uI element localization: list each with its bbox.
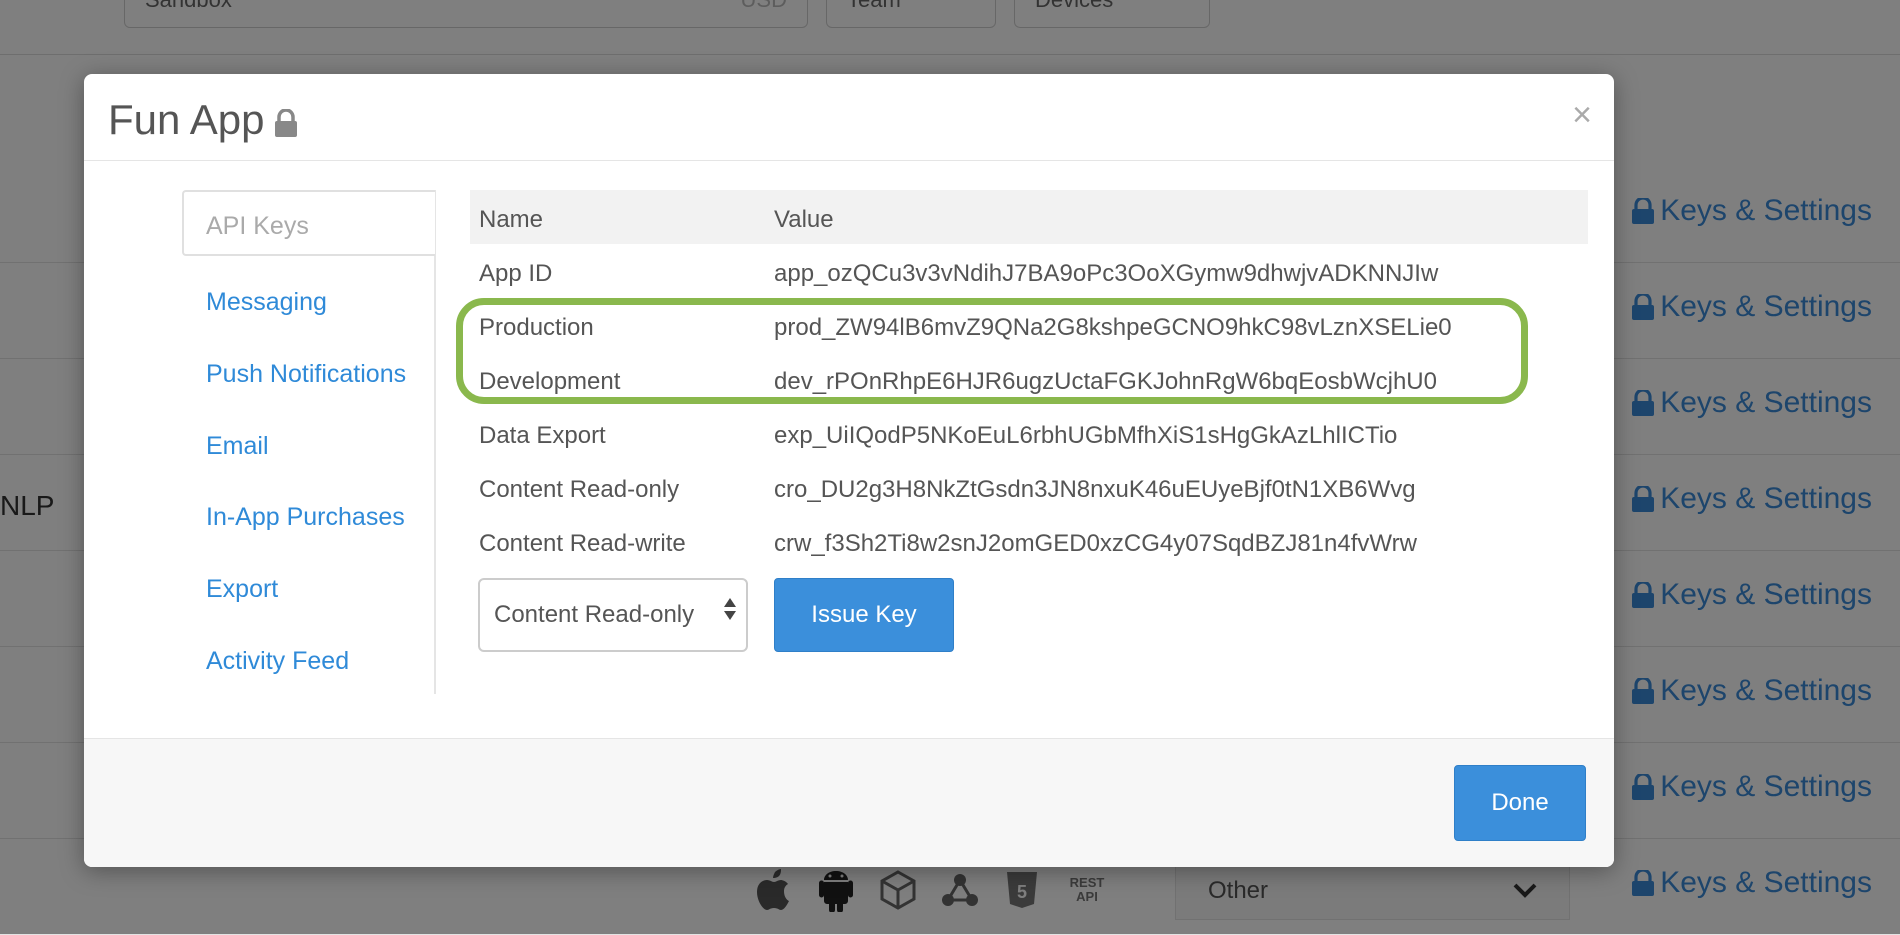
app-name: Fun App <box>108 96 265 143</box>
lock-icon <box>275 109 298 137</box>
key-name: Data Export <box>479 422 606 449</box>
key-value[interactable]: exp_UiIQodP5NKoEuL6rbhUGbMfhXiS1sHgGkAzL… <box>774 422 1397 450</box>
header-name: Name <box>479 206 544 233</box>
key-name: Production <box>479 314 594 341</box>
modal-footer: Done <box>84 738 1614 867</box>
key-name: App ID <box>479 260 553 287</box>
tab-export[interactable]: Export <box>206 575 278 604</box>
tab-email[interactable]: Email <box>206 432 269 461</box>
tab-push-notifications[interactable]: Push Notifications <box>206 360 406 389</box>
close-button[interactable]: × <box>1572 98 1592 132</box>
tab-activity-feed[interactable]: Activity Feed <box>206 647 349 676</box>
key-value[interactable]: app_ozQCu3v3vNdihJ7BA9oPc3OoXGymw9dhwjvA… <box>774 260 1438 288</box>
key-value[interactable]: cro_DU2g3H8NkZtGsdn3JN8nxuK46uEUyeBjf0tN… <box>774 476 1416 504</box>
key-value[interactable]: dev_rPOnRhpE6HJR6ugzUctaFGKJohnRgW6bqEos… <box>774 368 1437 396</box>
select-arrows-icon <box>724 598 736 620</box>
tab-api-keys[interactable]: API Keys <box>182 190 435 256</box>
key-name: Content Read-write <box>479 530 686 557</box>
modal-header: Fun App × <box>84 74 1614 161</box>
key-value[interactable]: crw_f3Sh2Ti8w2snJ2omGED0xzCG4y07SqdBZJ81… <box>774 530 1417 558</box>
key-name: Content Read-only <box>479 476 680 503</box>
table-header: Name Value <box>470 190 1588 244</box>
modal-title: Fun App <box>108 96 298 144</box>
header-value: Value <box>774 206 834 233</box>
key-type-value: Content Read-only <box>494 601 695 628</box>
app-settings-modal: Fun App × API Keys Messaging Push Notifi… <box>84 74 1614 867</box>
key-type-select[interactable]: Content Read-only <box>478 578 748 652</box>
issue-key-button[interactable]: Issue Key <box>774 578 954 652</box>
done-button[interactable]: Done <box>1454 765 1586 841</box>
key-value[interactable]: prod_ZW94lB6mvZ9QNa2G8kshpeGCNO9hkC98vLz… <box>774 314 1452 342</box>
key-name: Development <box>479 368 621 395</box>
settings-sidebar: API Keys Messaging Push Notifications Em… <box>182 190 436 694</box>
tab-messaging[interactable]: Messaging <box>206 288 327 317</box>
tab-in-app-purchases[interactable]: In-App Purchases <box>206 503 405 532</box>
